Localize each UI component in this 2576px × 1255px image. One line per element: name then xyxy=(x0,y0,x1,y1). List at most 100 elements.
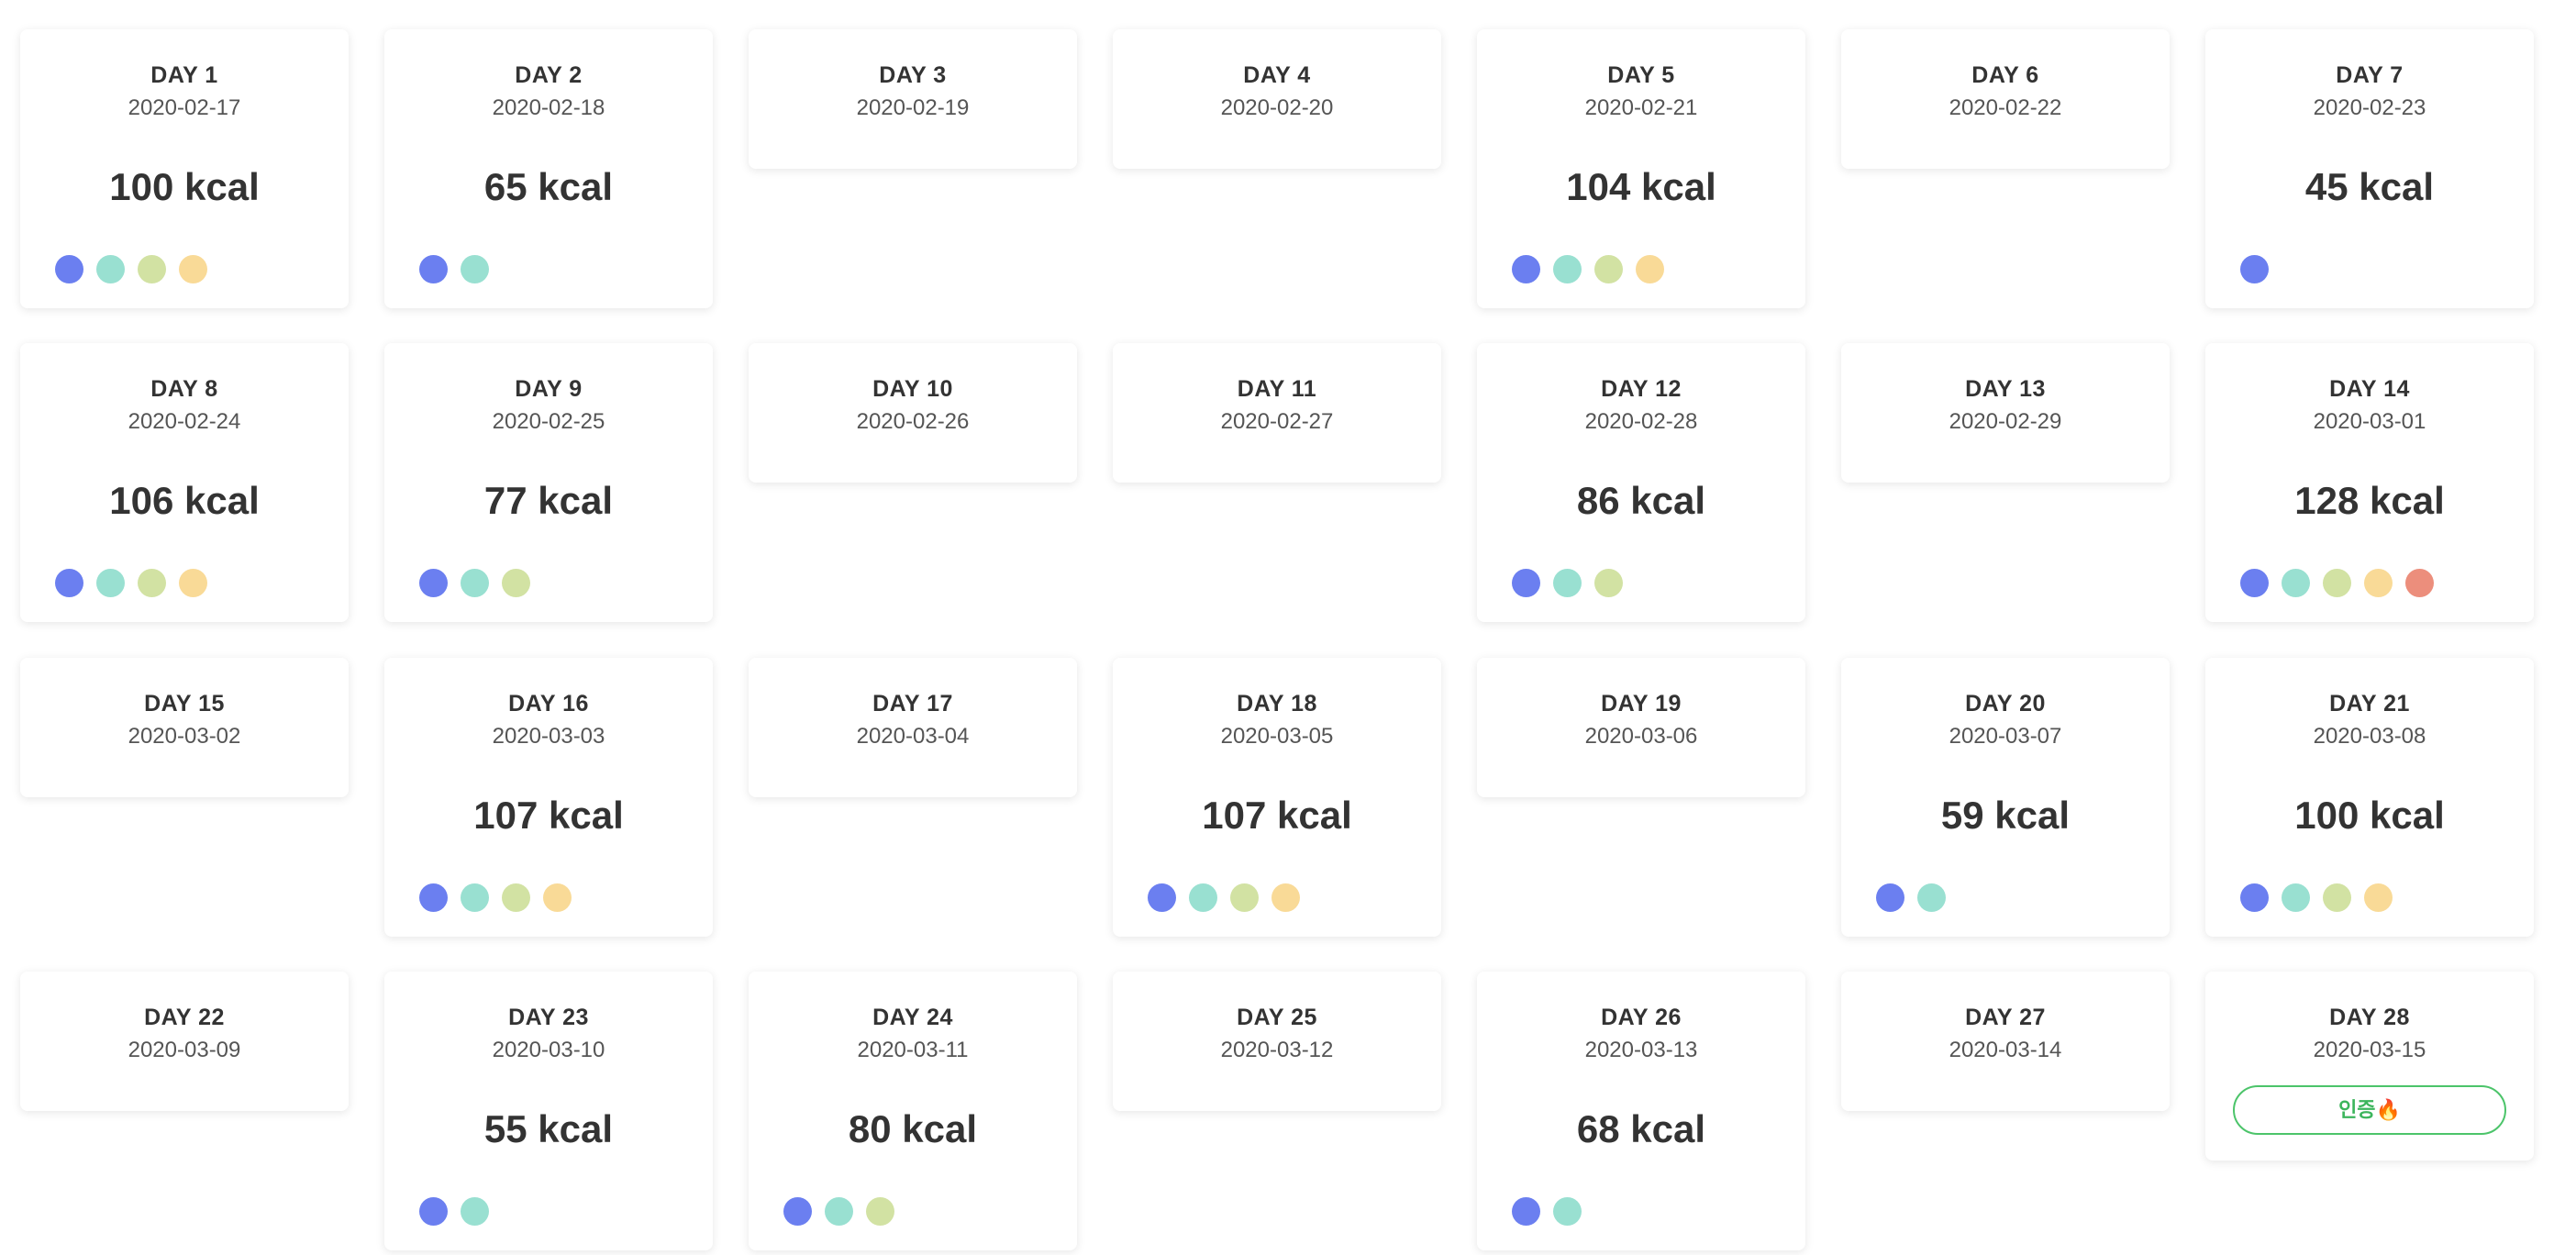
day-card: DAY 19 2020-03-06 xyxy=(1477,658,1805,797)
meal-dot-yellow xyxy=(1271,883,1300,912)
day-card: DAY 6 2020-02-22 xyxy=(1841,29,2170,169)
day-label: DAY 15 xyxy=(144,691,225,716)
day-card: DAY 25 2020-03-12 xyxy=(1113,972,1441,1111)
day-date: 2020-02-23 xyxy=(2313,95,2426,120)
day-date: 2020-03-02 xyxy=(128,724,241,749)
day-card: DAY 9 2020-02-25 77 kcal xyxy=(384,343,713,622)
day-date: 2020-03-12 xyxy=(1220,1038,1334,1062)
meal-dot-blue xyxy=(419,1197,448,1226)
day-label: DAY 18 xyxy=(1237,691,1317,716)
kcal-total: 45 kcal xyxy=(2304,165,2435,208)
day-card: DAY 26 2020-03-13 68 kcal xyxy=(1477,972,1805,1250)
meal-dot-olive xyxy=(1594,569,1623,597)
day-date: 2020-02-17 xyxy=(128,95,241,120)
day-card: DAY 2 2020-02-18 65 kcal xyxy=(384,29,713,308)
kcal-total: 100 kcal xyxy=(2294,794,2445,837)
day-date: 2020-03-15 xyxy=(2313,1038,2426,1062)
day-date: 2020-02-28 xyxy=(1584,409,1698,434)
day-card: DAY 16 2020-03-03 107 kcal xyxy=(384,658,713,937)
meal-dot-olive xyxy=(502,569,530,597)
day-label: DAY 25 xyxy=(1237,1005,1317,1030)
meal-dot-teal xyxy=(1553,1197,1582,1226)
day-card: DAY 27 2020-03-14 xyxy=(1841,972,2170,1111)
day-date: 2020-03-08 xyxy=(2313,724,2426,749)
day-date: 2020-02-26 xyxy=(856,409,970,434)
day-card: DAY 13 2020-02-29 xyxy=(1841,343,2170,483)
day-date: 2020-03-07 xyxy=(1949,724,2062,749)
day-label: DAY 17 xyxy=(872,691,953,716)
meal-dot-teal xyxy=(461,1197,489,1226)
kcal-total: 77 kcal xyxy=(483,479,614,522)
day-label: DAY 16 xyxy=(508,691,589,716)
kcal-total: 86 kcal xyxy=(1576,479,1706,522)
day-label: DAY 5 xyxy=(1607,62,1675,88)
day-date: 2020-02-22 xyxy=(1949,95,2062,120)
meal-dots xyxy=(55,569,207,597)
day-label: DAY 4 xyxy=(1243,62,1311,88)
day-label: DAY 11 xyxy=(1237,376,1317,402)
day-date: 2020-02-24 xyxy=(128,409,241,434)
meal-dot-olive xyxy=(138,255,166,283)
meal-dots xyxy=(1148,883,1300,912)
kcal-total: 65 kcal xyxy=(483,165,614,208)
day-card: DAY 28 2020-03-15 인증🔥 xyxy=(2205,972,2534,1161)
day-date: 2020-03-04 xyxy=(856,724,970,749)
meal-dot-teal xyxy=(2282,883,2310,912)
day-date: 2020-03-11 xyxy=(857,1038,969,1062)
kcal-total: 106 kcal xyxy=(109,479,260,522)
meal-dot-blue xyxy=(1512,255,1540,283)
meal-dot-blue xyxy=(1512,1197,1540,1226)
kcal-total: 107 kcal xyxy=(1202,794,1352,837)
kcal-total: 68 kcal xyxy=(1576,1107,1706,1150)
day-date: 2020-02-21 xyxy=(1584,95,1698,120)
day-date: 2020-03-09 xyxy=(128,1038,241,1062)
day-card: DAY 23 2020-03-10 55 kcal xyxy=(384,972,713,1250)
meal-dot-yellow xyxy=(179,255,207,283)
meal-dot-yellow xyxy=(1636,255,1664,283)
day-card: DAY 12 2020-02-28 86 kcal xyxy=(1477,343,1805,622)
day-date: 2020-02-20 xyxy=(1220,95,1334,120)
day-date: 2020-03-14 xyxy=(1949,1038,2062,1062)
meal-dot-blue xyxy=(1876,883,1904,912)
meal-dot-blue xyxy=(2240,883,2269,912)
meal-dot-yellow xyxy=(2364,569,2393,597)
kcal-total: 104 kcal xyxy=(1566,165,1716,208)
meal-dots xyxy=(2240,255,2269,283)
kcal-total: 100 kcal xyxy=(109,165,260,208)
day-label: DAY 3 xyxy=(879,62,947,88)
day-label: DAY 7 xyxy=(2336,62,2404,88)
meal-dot-teal xyxy=(96,569,125,597)
meal-dot-olive xyxy=(866,1197,894,1226)
day-card: DAY 4 2020-02-20 xyxy=(1113,29,1441,169)
day-card: DAY 22 2020-03-09 xyxy=(20,972,349,1111)
day-card-grid: DAY 1 2020-02-17 100 kcal DAY 2 2020-02-18 65… xyxy=(0,0,2576,1255)
kcal-total: 107 kcal xyxy=(473,794,624,837)
day-card: DAY 17 2020-03-04 xyxy=(749,658,1077,797)
day-label: DAY 2 xyxy=(515,62,583,88)
meal-dot-blue xyxy=(1512,569,1540,597)
day-label: DAY 13 xyxy=(1965,376,2046,402)
day-date: 2020-03-03 xyxy=(492,724,605,749)
meal-dot-blue xyxy=(1148,883,1176,912)
day-label: DAY 27 xyxy=(1965,1005,2046,1030)
day-label: DAY 1 xyxy=(150,62,218,88)
day-card: DAY 14 2020-03-01 128 kcal xyxy=(2205,343,2534,622)
day-card: DAY 20 2020-03-07 59 kcal xyxy=(1841,658,2170,937)
meal-dots xyxy=(419,883,572,912)
meal-dots xyxy=(1512,255,1664,283)
meal-dot-yellow xyxy=(2364,883,2393,912)
day-card: DAY 8 2020-02-24 106 kcal xyxy=(20,343,349,622)
day-label: DAY 28 xyxy=(2329,1005,2410,1030)
kcal-total: 80 kcal xyxy=(848,1107,978,1150)
meal-dot-blue xyxy=(783,1197,812,1226)
kcal-total: 128 kcal xyxy=(2294,479,2445,522)
meal-dot-teal xyxy=(461,883,489,912)
meal-dot-olive xyxy=(1594,255,1623,283)
meal-dots xyxy=(419,255,489,283)
meal-dots xyxy=(1512,569,1623,597)
meal-dots xyxy=(2240,883,2393,912)
meal-dot-olive xyxy=(2323,883,2351,912)
day-card: DAY 10 2020-02-26 xyxy=(749,343,1077,483)
meal-dot-olive xyxy=(1230,883,1259,912)
certify-button[interactable]: 인증🔥 xyxy=(2233,1085,2506,1135)
